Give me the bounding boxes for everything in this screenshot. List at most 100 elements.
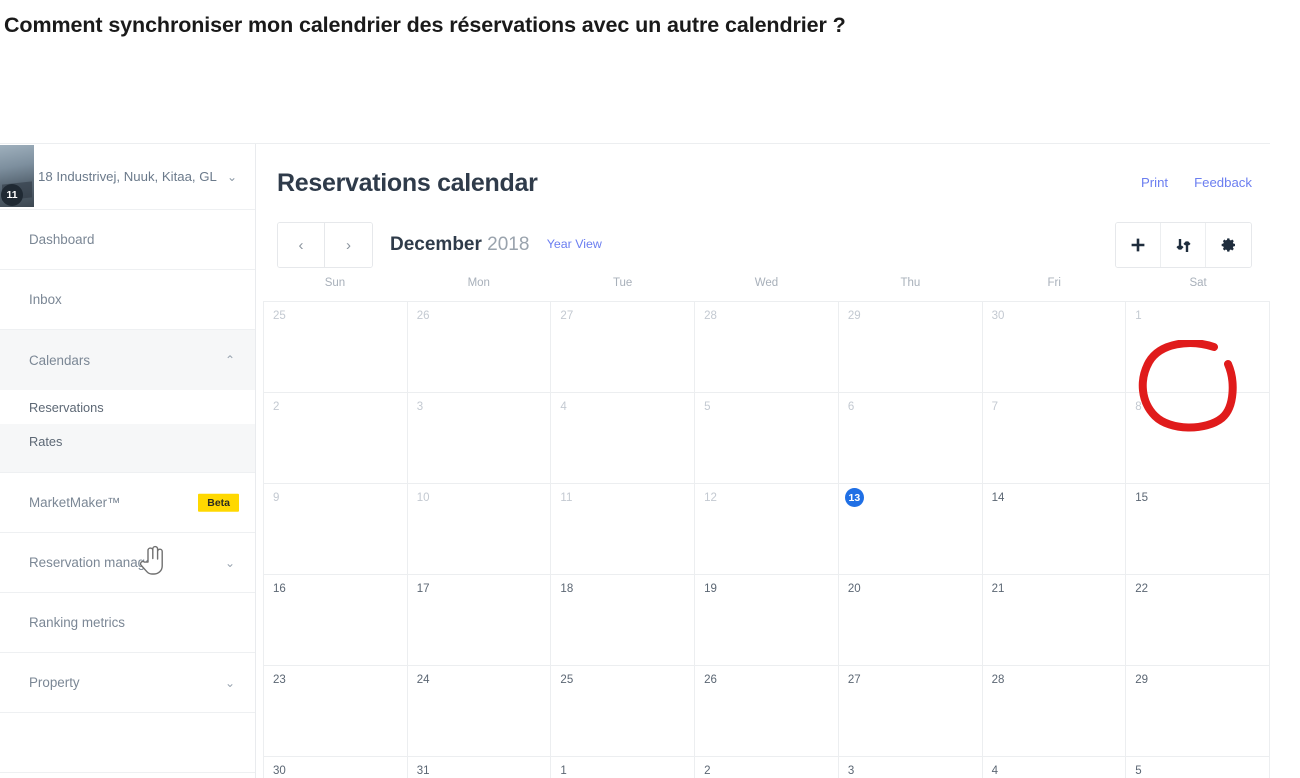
calendar-day-cell[interactable]: 24	[407, 666, 552, 757]
calendar-day-cell[interactable]: 13	[838, 484, 983, 575]
day-number: 28	[704, 310, 717, 322]
calendar-day-cell[interactable]: 10	[407, 484, 552, 575]
day-number: 30	[991, 310, 1005, 322]
calendar-day-cell[interactable]: 11	[551, 484, 696, 575]
day-number: 2	[273, 401, 280, 413]
top-links: Print Feedback	[1141, 175, 1252, 190]
calendar-day-cell[interactable]: 27	[551, 302, 696, 393]
calendar-day-cell[interactable]: 12	[695, 484, 839, 575]
calendar-day-cell[interactable]: 2	[264, 393, 408, 484]
prev-month-button[interactable]: ‹	[278, 223, 325, 267]
calendar-settings-button[interactable]	[1206, 223, 1251, 267]
calendar-day-cell[interactable]: 30	[264, 757, 408, 778]
calendar-day-cell[interactable]: 26	[407, 302, 552, 393]
day-number: 22	[1135, 583, 1149, 595]
calendar-day-cell[interactable]: 18	[551, 575, 696, 666]
sync-calendar-button[interactable]	[1161, 223, 1206, 267]
calendar-day-cell[interactable]: 28	[695, 302, 839, 393]
sidebar-item-label: Reservation manager	[29, 555, 158, 570]
calendar-day-cell[interactable]: 25	[551, 666, 696, 757]
day-number: 17	[416, 583, 430, 595]
calendar-day-cell[interactable]: 1	[551, 757, 696, 778]
weekday-label: Tue	[612, 277, 633, 289]
page-title: Comment synchroniser mon calendrier des …	[4, 13, 846, 37]
chevron-down-icon: ⌄	[226, 169, 237, 184]
calendar-day-cell[interactable]: 5	[1126, 757, 1270, 778]
sidebar-item-label: Dashboard	[29, 232, 95, 247]
day-number: 3	[847, 765, 855, 777]
day-number: 24	[416, 674, 430, 686]
print-link[interactable]: Print	[1141, 175, 1168, 190]
day-number: 19	[704, 583, 717, 595]
calendar-day-cell[interactable]: 4	[982, 757, 1127, 778]
calendar-day-cell[interactable]: 8	[1126, 393, 1270, 484]
day-number: 5	[1135, 765, 1142, 777]
day-number: 26	[416, 310, 430, 322]
weekday-label: Sun	[324, 277, 346, 289]
calendar-day-cell[interactable]: 15	[1126, 484, 1270, 575]
today-day-number: 13	[844, 488, 864, 507]
day-number: 5	[704, 401, 711, 413]
weekday-label: Wed	[754, 277, 779, 289]
calendar-day-cell[interactable]: 22	[1126, 575, 1270, 666]
calendar-day-cell[interactable]: 26	[695, 666, 839, 757]
sidebar-item-inbox[interactable]: Inbox	[0, 270, 255, 330]
sidebar-item-marketmaker[interactable]: MarketMaker™ Beta	[0, 473, 255, 533]
calendar-day-cell[interactable]: 23	[264, 666, 408, 757]
chevron-up-icon: ⌃	[224, 353, 235, 367]
day-number: 16	[273, 583, 286, 595]
property-selector[interactable]: 11 18 Industrivej, Nuuk, Kitaa, GL ⌄	[0, 144, 255, 210]
calendar-day-cell[interactable]: 14	[982, 484, 1127, 575]
calendar-day-cell[interactable]: 2	[695, 757, 839, 778]
weekday-label: Sat	[1189, 277, 1207, 289]
day-number: 25	[560, 674, 574, 686]
calendar-day-cell[interactable]: 27	[838, 666, 983, 757]
plus-icon	[1131, 238, 1145, 252]
calendar-day-cell[interactable]: 3	[838, 757, 983, 778]
day-number: 21	[991, 583, 1005, 595]
calendar-day-cell[interactable]: 19	[695, 575, 839, 666]
calendar-day-cell[interactable]: 30	[982, 302, 1127, 393]
day-number: 1	[560, 765, 567, 777]
next-month-button[interactable]: ›	[325, 223, 372, 267]
day-number: 6	[847, 401, 855, 413]
sidebar-item-ranking-metrics[interactable]: Ranking metrics	[0, 593, 255, 653]
day-number: 28	[991, 674, 1005, 686]
calendar-day-cell[interactable]: 28	[982, 666, 1127, 757]
sidebar-item-reservations[interactable]: Reservations	[0, 390, 255, 424]
calendar-day-cell[interactable]: 5	[695, 393, 839, 484]
day-number: 12	[704, 492, 717, 504]
month-toolbar: ‹ › December 2018 Year View	[277, 222, 1252, 268]
add-reservation-button[interactable]	[1116, 223, 1161, 267]
calendar-day-cell[interactable]: 29	[838, 302, 983, 393]
sidebar-item-label: Rates	[29, 433, 63, 449]
calendar-day-cell[interactable]: 6	[838, 393, 983, 484]
weekday-label: Thu	[900, 277, 921, 289]
calendar-day-cell[interactable]: 9	[264, 484, 408, 575]
year-view-link[interactable]: Year View	[547, 237, 602, 251]
sidebar-item-property[interactable]: Property ⌄	[0, 653, 255, 713]
sidebar-item-dashboard[interactable]: Dashboard	[0, 210, 255, 270]
calendar-page-title: Reservations calendar	[277, 169, 538, 197]
calendar-day-cell[interactable]: 4	[551, 393, 696, 484]
day-number: 25	[273, 310, 286, 322]
calendar-day-cell[interactable]: 7	[982, 393, 1127, 484]
calendar-day-cell[interactable]: 21	[982, 575, 1127, 666]
calendar-day-cell[interactable]: 31	[407, 757, 552, 778]
calendar-day-cell[interactable]: 16	[264, 575, 408, 666]
calendar-day-cell[interactable]: 25	[264, 302, 408, 393]
calendar-day-cell[interactable]: 20	[838, 575, 983, 666]
sidebar-item-label: Ranking metrics	[29, 615, 125, 630]
sidebar-item-reservation-manager[interactable]: Reservation manager ⌄	[0, 533, 255, 593]
chevron-down-icon: ⌄	[224, 675, 235, 690]
weekday-label: Fri	[1047, 277, 1061, 289]
feedback-link[interactable]: Feedback	[1194, 175, 1252, 190]
calendar-day-cell[interactable]: 29	[1126, 666, 1270, 757]
day-number: 20	[847, 583, 861, 595]
calendar-day-cell[interactable]: 1	[1126, 302, 1270, 393]
calendar-day-cell[interactable]: 17	[407, 575, 552, 666]
sidebar-item-calendars[interactable]: Calendars ⌃	[0, 330, 255, 390]
day-number: 31	[416, 765, 430, 777]
calendar-day-cell[interactable]: 3	[407, 393, 552, 484]
sidebar-item-rates[interactable]: Rates	[0, 424, 255, 458]
